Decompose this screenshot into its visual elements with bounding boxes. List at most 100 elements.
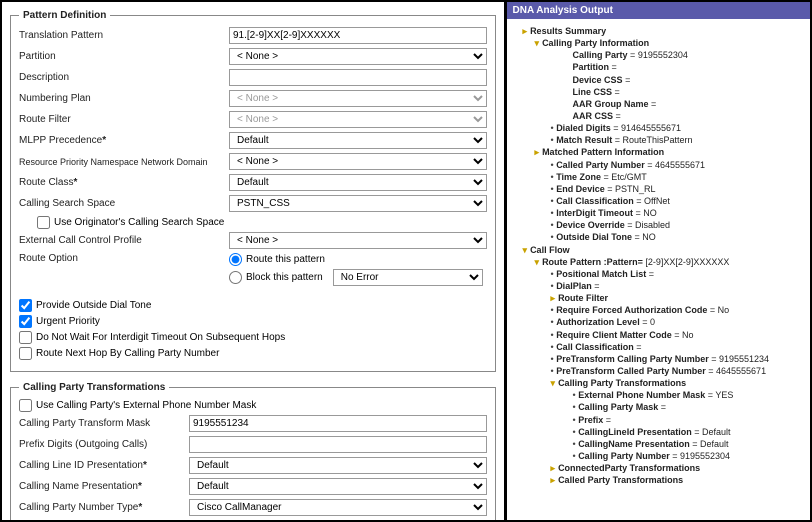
cpt-extmask: External Phone Number Mask = YES bbox=[513, 389, 804, 401]
provide-odt-label: Provide Outside Dial Tone bbox=[36, 300, 151, 311]
cpt-cpmask: Calling Party Mask = bbox=[513, 401, 804, 413]
callclass2: Call Classification = bbox=[513, 341, 804, 353]
chevron-down-icon[interactable] bbox=[535, 257, 540, 267]
cpt-mask-label: Calling Party Transform Mask bbox=[19, 418, 189, 429]
use-orig-css-label: Use Originator's Calling Search Space bbox=[54, 217, 224, 228]
pattern-definition-fieldset: Pattern Definition Translation Pattern P… bbox=[10, 10, 496, 372]
chevron-right-icon[interactable] bbox=[551, 475, 556, 485]
route-option-label: Route Option bbox=[19, 253, 229, 264]
cpt-clid-select[interactable]: Default bbox=[189, 457, 487, 474]
cpt-legend: Calling Party Transformations bbox=[19, 382, 169, 393]
mpi-enddevice: End Device = PSTN_RL bbox=[513, 183, 804, 195]
precpn: PreTransform Calling Party Number = 9195… bbox=[513, 353, 804, 365]
cpt-clid: CallingLineId Presentation = Default bbox=[513, 426, 804, 438]
description-input[interactable] bbox=[229, 69, 487, 86]
route-class-select[interactable]: Default bbox=[229, 174, 487, 191]
css-select[interactable]: PSTN_CSS bbox=[229, 195, 487, 212]
callflow-node[interactable]: Call Flow bbox=[530, 245, 570, 255]
cpi-aar-css: AAR CSS = bbox=[513, 110, 804, 122]
cpi-calling-party: Calling Party = 9195552304 bbox=[513, 49, 804, 61]
mpi-called-party: Called Party Number = 4645555671 bbox=[513, 159, 804, 171]
description-label: Description bbox=[19, 72, 229, 83]
calledparty-node[interactable]: Called Party Transformations bbox=[558, 475, 683, 485]
pml: Positional Match List = bbox=[513, 268, 804, 280]
right-panel: DNA Analysis Output Results Summary Call… bbox=[507, 2, 810, 520]
chevron-right-icon[interactable] bbox=[535, 147, 540, 157]
route-pattern-node[interactable]: Route Pattern :Pattern= [2-9]XX[2-9]XXXX… bbox=[542, 257, 729, 267]
rcmc: Require Client Matter Code = No bbox=[513, 329, 804, 341]
rpn-select[interactable]: < None > bbox=[229, 153, 487, 170]
cpt-mask-input[interactable] bbox=[189, 415, 487, 432]
css-label: Calling Search Space bbox=[19, 198, 229, 209]
nowait-checkbox[interactable] bbox=[19, 331, 32, 344]
route-next-hop-label: Route Next Hop By Calling Party Number bbox=[36, 348, 219, 359]
urgent-label: Urgent Priority bbox=[36, 316, 100, 327]
cpt-cpntype-select[interactable]: Cisco CallManager bbox=[189, 499, 487, 516]
match-result: Match Result = RouteThisPattern bbox=[513, 134, 804, 146]
mlpp-label: MLPP Precedence bbox=[19, 135, 229, 146]
cpt-cname-select[interactable]: Default bbox=[189, 478, 487, 495]
chevron-down-icon[interactable] bbox=[551, 378, 556, 388]
chevron-down-icon[interactable] bbox=[535, 38, 540, 48]
dialed-digits: Dialed Digits = 914645555671 bbox=[513, 122, 804, 134]
route-this-label: Route this pattern bbox=[246, 254, 325, 265]
dna-tree: Results Summary Calling Party Informatio… bbox=[507, 19, 810, 492]
numbering-plan-select[interactable]: < None > bbox=[229, 90, 487, 107]
provide-odt-checkbox[interactable] bbox=[19, 299, 32, 312]
cpt-cpn: Calling Party Number = 9195552304 bbox=[513, 450, 804, 462]
partition-label: Partition bbox=[19, 51, 229, 62]
route-this-radio[interactable] bbox=[229, 253, 242, 266]
chevron-right-icon[interactable] bbox=[551, 463, 556, 473]
cpt-prefix-input[interactable] bbox=[189, 436, 487, 453]
rpn-label: Resource Priority Namespace Network Doma… bbox=[19, 157, 229, 167]
cpi-node[interactable]: Calling Party Information bbox=[542, 38, 649, 48]
mpi-callclass: Call Classification = OffNet bbox=[513, 195, 804, 207]
urgent-checkbox[interactable] bbox=[19, 315, 32, 328]
authlevel: Authorization Level = 0 bbox=[513, 316, 804, 328]
use-orig-css-checkbox[interactable] bbox=[37, 216, 50, 229]
block-reason-select[interactable]: No Error bbox=[333, 269, 483, 286]
partition-select[interactable]: < None > bbox=[229, 48, 487, 65]
block-this-label: Block this pattern bbox=[246, 272, 323, 283]
translation-pattern-input[interactable] bbox=[229, 27, 487, 44]
dialplan: DialPlan = bbox=[513, 280, 804, 292]
cpt-fieldset: Calling Party Transformations Use Callin… bbox=[10, 382, 496, 520]
translation-pattern-label: Translation Pattern bbox=[19, 30, 229, 41]
chevron-right-icon[interactable] bbox=[551, 293, 556, 303]
results-summary-node[interactable]: Results Summary bbox=[530, 26, 606, 36]
cpt-cname: CallingName Presentation = Default bbox=[513, 438, 804, 450]
mpi-devoverride: Device Override = Disabled bbox=[513, 219, 804, 231]
cpt-cpntype-label: Calling Party Number Type bbox=[19, 502, 189, 513]
mpi-node[interactable]: Matched Pattern Information bbox=[542, 147, 664, 157]
eccp-label: External Call Control Profile bbox=[19, 235, 229, 246]
left-panel: Pattern Definition Translation Pattern P… bbox=[2, 2, 507, 520]
precdn: PreTransform Called Party Number = 46455… bbox=[513, 365, 804, 377]
cpt-prefix-label: Prefix Digits (Outgoing Calls) bbox=[19, 439, 189, 450]
nowait-label: Do Not Wait For Interdigit Timeout On Su… bbox=[36, 332, 285, 343]
chevron-right-icon[interactable] bbox=[523, 26, 528, 36]
cpt-node[interactable]: Calling Party Transformations bbox=[558, 378, 686, 388]
cpi-aar: AAR Group Name = bbox=[513, 98, 804, 110]
cpi-partition: Partition = bbox=[513, 61, 804, 73]
chevron-down-icon[interactable] bbox=[523, 245, 528, 255]
cpt-prefix: Prefix = bbox=[513, 414, 804, 426]
route-filter-select[interactable]: < None > bbox=[229, 111, 487, 128]
dna-header: DNA Analysis Output bbox=[507, 2, 810, 19]
eccp-select[interactable]: < None > bbox=[229, 232, 487, 249]
numbering-plan-label: Numbering Plan bbox=[19, 93, 229, 104]
cpt-cname-label: Calling Name Presentation bbox=[19, 481, 189, 492]
cpi-device-css: Device CSS = bbox=[513, 74, 804, 86]
pattern-definition-legend: Pattern Definition bbox=[19, 10, 110, 21]
routefilter-node[interactable]: Route Filter bbox=[558, 293, 608, 303]
mlpp-select[interactable]: Default bbox=[229, 132, 487, 149]
use-ext-mask-checkbox[interactable] bbox=[19, 399, 32, 412]
use-ext-mask-label: Use Calling Party's External Phone Numbe… bbox=[36, 400, 256, 411]
mpi-tz: Time Zone = Etc/GMT bbox=[513, 171, 804, 183]
cpi-line-css: Line CSS = bbox=[513, 86, 804, 98]
route-next-hop-checkbox[interactable] bbox=[19, 347, 32, 360]
connectedparty-node[interactable]: ConnectedParty Transformations bbox=[558, 463, 700, 473]
rfac: Require Forced Authorization Code = No bbox=[513, 304, 804, 316]
block-this-radio[interactable] bbox=[229, 271, 242, 284]
route-filter-label: Route Filter bbox=[19, 114, 229, 125]
cpt-clid-label: Calling Line ID Presentation bbox=[19, 460, 189, 471]
